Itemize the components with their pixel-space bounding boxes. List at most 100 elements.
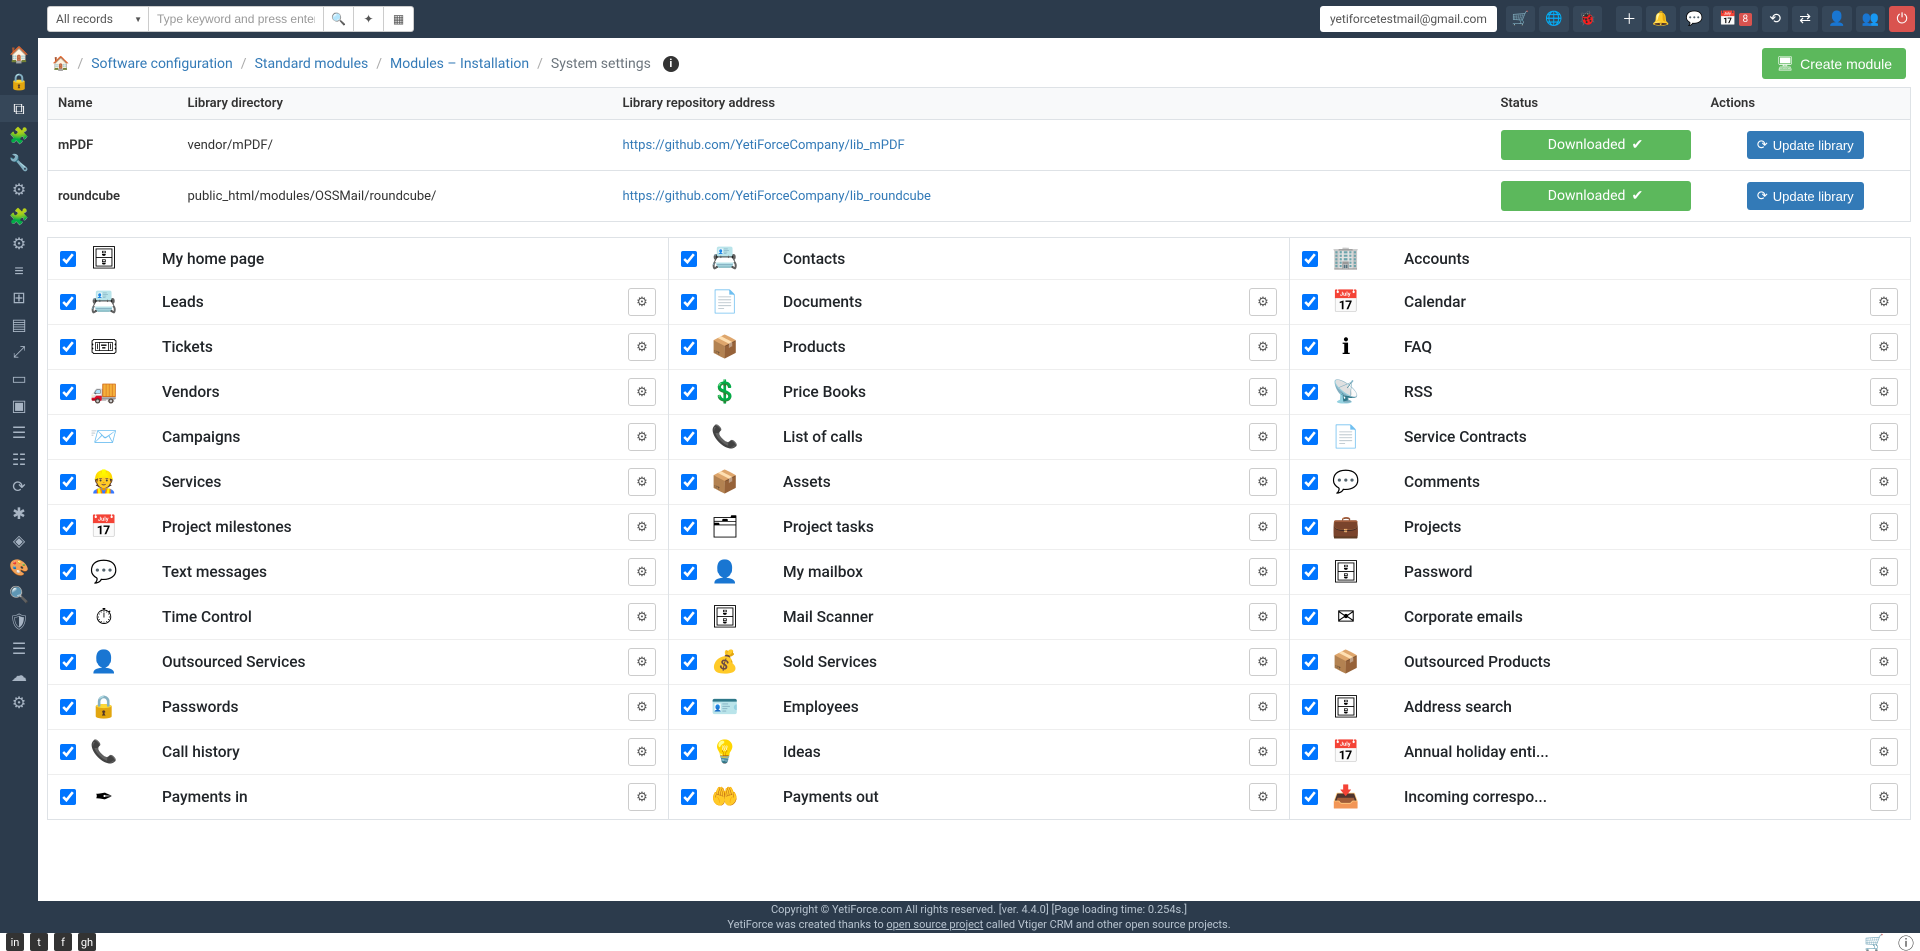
sidebar-window[interactable]: ▭ bbox=[0, 365, 38, 392]
module-checkbox[interactable] bbox=[60, 789, 76, 805]
module-checkbox[interactable] bbox=[681, 251, 697, 267]
add-button[interactable]: ＋ bbox=[1616, 6, 1642, 32]
sidebar-gear1[interactable]: ⚙ bbox=[0, 176, 38, 203]
module-checkbox[interactable] bbox=[60, 429, 76, 445]
module-settings-button[interactable]: ⚙ bbox=[1870, 333, 1898, 361]
module-settings-button[interactable]: ⚙ bbox=[628, 693, 656, 721]
module-checkbox[interactable] bbox=[60, 384, 76, 400]
exchange-button[interactable]: ⇄ bbox=[1792, 6, 1818, 32]
module-settings-button[interactable]: ⚙ bbox=[628, 603, 656, 631]
module-settings-button[interactable]: ⚙ bbox=[1249, 288, 1277, 316]
sidebar-settings[interactable]: ⚙ bbox=[0, 689, 38, 716]
breadcrumb-modules-install[interactable]: Modules – Installation bbox=[390, 56, 529, 72]
module-checkbox[interactable] bbox=[1302, 744, 1318, 760]
module-checkbox[interactable] bbox=[60, 339, 76, 355]
module-settings-button[interactable]: ⚙ bbox=[1870, 378, 1898, 406]
sidebar-zoom[interactable]: 🔍 bbox=[0, 581, 38, 608]
module-checkbox[interactable] bbox=[681, 609, 697, 625]
sidebar-home[interactable]: 🏠 bbox=[0, 41, 38, 68]
breadcrumb-home[interactable]: 🏠 bbox=[52, 56, 69, 72]
breadcrumb-standard-modules[interactable]: Standard modules bbox=[255, 56, 369, 72]
sidebar-plugin[interactable]: 🧩 bbox=[0, 203, 38, 230]
module-settings-button[interactable]: ⚙ bbox=[1870, 513, 1898, 541]
sidebar-star[interactable]: ✱ bbox=[0, 500, 38, 527]
module-settings-button[interactable]: ⚙ bbox=[1249, 603, 1277, 631]
module-checkbox[interactable] bbox=[60, 699, 76, 715]
module-settings-button[interactable]: ⚙ bbox=[1249, 333, 1277, 361]
module-settings-button[interactable]: ⚙ bbox=[1870, 783, 1898, 811]
records-select[interactable]: All records bbox=[47, 6, 149, 32]
sidebar-bars[interactable]: ☰ bbox=[0, 419, 38, 446]
module-checkbox[interactable] bbox=[681, 789, 697, 805]
module-settings-button[interactable]: ⚙ bbox=[1249, 423, 1277, 451]
sidebar-plus[interactable]: ⊞ bbox=[0, 284, 38, 311]
sidebar-wrench[interactable]: 🔧 bbox=[0, 149, 38, 176]
info-icon[interactable]: i bbox=[663, 56, 679, 72]
calendar-button[interactable]: 📅8 bbox=[1713, 6, 1758, 32]
module-checkbox[interactable] bbox=[1302, 251, 1318, 267]
history-button[interactable]: ⟲ bbox=[1762, 6, 1788, 32]
module-settings-button[interactable]: ⚙ bbox=[628, 783, 656, 811]
create-module-button[interactable]: 🖥 Create module bbox=[1762, 48, 1906, 79]
power-button[interactable]: ⏻ bbox=[1889, 6, 1915, 32]
module-settings-button[interactable]: ⚙ bbox=[1249, 513, 1277, 541]
module-checkbox[interactable] bbox=[681, 294, 697, 310]
footer-link[interactable]: open source project bbox=[886, 918, 983, 931]
user-button[interactable]: 👤 bbox=[1822, 6, 1851, 32]
update-library-button[interactable]: ⟳ Update library bbox=[1747, 131, 1864, 159]
user-email[interactable]: yetiforcetestmail@gmail.com bbox=[1320, 6, 1497, 32]
cart-footer-icon[interactable]: 🛒 bbox=[1864, 933, 1884, 951]
module-checkbox[interactable] bbox=[1302, 294, 1318, 310]
advanced-search-button[interactable]: ✦ bbox=[354, 6, 384, 32]
module-checkbox[interactable] bbox=[1302, 339, 1318, 355]
module-checkbox[interactable] bbox=[60, 294, 76, 310]
module-settings-button[interactable]: ⚙ bbox=[628, 468, 656, 496]
module-checkbox[interactable] bbox=[1302, 699, 1318, 715]
chat-button[interactable]: 💬 bbox=[1680, 6, 1709, 32]
module-checkbox[interactable] bbox=[1302, 474, 1318, 490]
module-checkbox[interactable] bbox=[681, 744, 697, 760]
module-settings-button[interactable]: ⚙ bbox=[628, 648, 656, 676]
module-checkbox[interactable] bbox=[60, 609, 76, 625]
module-checkbox[interactable] bbox=[681, 429, 697, 445]
sidebar-expand[interactable]: ⤢ bbox=[0, 338, 38, 365]
module-settings-button[interactable]: ⚙ bbox=[628, 333, 656, 361]
sidebar-cloud[interactable]: ☁ bbox=[0, 662, 38, 689]
sidebar-refresh[interactable]: ⟳ bbox=[0, 473, 38, 500]
module-settings-button[interactable]: ⚙ bbox=[628, 423, 656, 451]
module-checkbox[interactable] bbox=[60, 744, 76, 760]
module-settings-button[interactable]: ⚙ bbox=[1870, 648, 1898, 676]
twitter-icon[interactable]: t bbox=[30, 933, 48, 951]
module-checkbox[interactable] bbox=[681, 654, 697, 670]
sidebar-gear2[interactable]: ⚙ bbox=[0, 230, 38, 257]
admin-button[interactable]: 👥 bbox=[1856, 6, 1885, 32]
module-checkbox[interactable] bbox=[681, 699, 697, 715]
module-checkbox[interactable] bbox=[1302, 789, 1318, 805]
module-settings-button[interactable]: ⚙ bbox=[628, 558, 656, 586]
update-library-button[interactable]: ⟳ Update library bbox=[1747, 182, 1864, 210]
module-checkbox[interactable] bbox=[681, 564, 697, 580]
search-input[interactable] bbox=[149, 6, 324, 32]
sidebar-cube[interactable]: ◈ bbox=[0, 527, 38, 554]
bug-button[interactable]: 🐞 bbox=[1573, 6, 1602, 32]
module-settings-button[interactable]: ⚙ bbox=[1870, 738, 1898, 766]
cart-button[interactable]: 🛒 bbox=[1506, 6, 1535, 32]
module-checkbox[interactable] bbox=[1302, 384, 1318, 400]
lib-repo-link[interactable]: https://github.com/YetiForceCompany/lib_… bbox=[623, 138, 905, 153]
module-checkbox[interactable] bbox=[681, 519, 697, 535]
module-checkbox[interactable] bbox=[1302, 564, 1318, 580]
module-settings-button[interactable]: ⚙ bbox=[1870, 558, 1898, 586]
facebook-icon[interactable]: f bbox=[54, 933, 72, 951]
grid-button[interactable]: ▦ bbox=[384, 6, 414, 32]
globe-button[interactable]: 🌐 bbox=[1539, 6, 1568, 32]
sidebar-collapse[interactable]: ▣ bbox=[0, 392, 38, 419]
module-settings-button[interactable]: ⚙ bbox=[1249, 783, 1277, 811]
sidebar-palette[interactable]: 🎨 bbox=[0, 554, 38, 581]
sidebar-list[interactable]: ☷ bbox=[0, 446, 38, 473]
sidebar-lines[interactable]: ≡ bbox=[0, 257, 38, 284]
module-checkbox[interactable] bbox=[1302, 609, 1318, 625]
module-settings-button[interactable]: ⚙ bbox=[628, 288, 656, 316]
module-settings-button[interactable]: ⚙ bbox=[1249, 693, 1277, 721]
info-footer-icon[interactable]: ⓘ bbox=[1898, 930, 1914, 951]
module-settings-button[interactable]: ⚙ bbox=[1249, 738, 1277, 766]
